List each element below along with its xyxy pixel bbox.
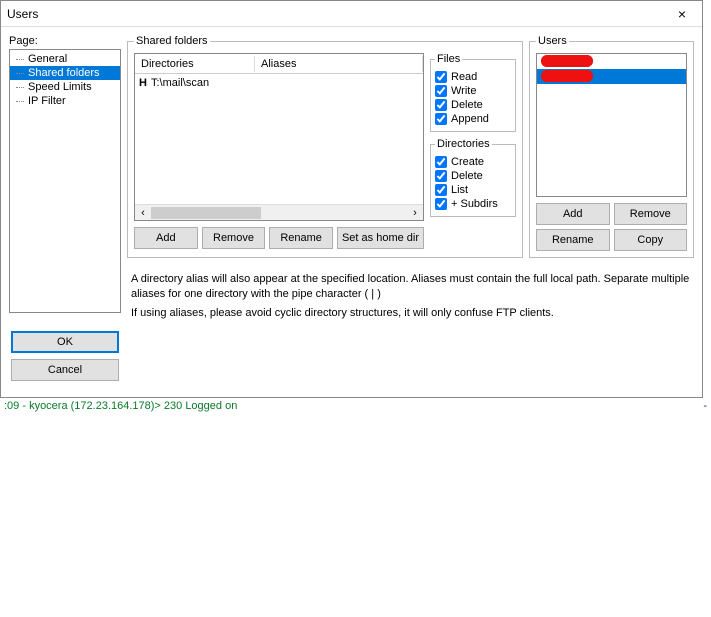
- files-legend: Files: [435, 53, 462, 65]
- scroll-left-icon[interactable]: ‹: [135, 207, 151, 219]
- user-item[interactable]: [537, 54, 686, 69]
- page-item-ip-filter[interactable]: IP Filter: [10, 94, 120, 108]
- page-item-general[interactable]: General: [10, 52, 120, 66]
- cancel-button[interactable]: Cancel: [11, 359, 119, 381]
- page-column: Page: General Shared folders Speed Limit…: [9, 35, 121, 321]
- home-icon: H: [139, 77, 151, 89]
- perm-append-checkbox[interactable]: [435, 113, 447, 125]
- perm-append[interactable]: Append: [435, 113, 511, 125]
- perm-subdirs-checkbox[interactable]: [435, 198, 447, 210]
- dirlist-header: Directories Aliases: [135, 54, 423, 74]
- set-home-dir-button[interactable]: Set as home dir: [337, 227, 424, 249]
- scroll-thumb[interactable]: [151, 207, 261, 219]
- help-line2: If using aliases, please avoid cyclic di…: [131, 306, 690, 321]
- perm-read-checkbox[interactable]: [435, 71, 447, 83]
- page-item-shared-folders[interactable]: Shared folders: [10, 66, 120, 80]
- help-text: A directory alias will also appear at th…: [131, 272, 690, 321]
- user-buttons: Add Remove Rename Copy: [536, 203, 687, 251]
- header-directories[interactable]: Directories: [135, 56, 255, 72]
- permissions-column: Files Read Write Delete Append Directori…: [430, 53, 516, 249]
- help-line1: A directory alias will also appear at th…: [131, 272, 690, 302]
- user-list[interactable]: [536, 53, 687, 197]
- perm-read[interactable]: Read: [435, 71, 511, 83]
- add-user-button[interactable]: Add: [536, 203, 610, 225]
- page-tree[interactable]: General Shared folders Speed Limits IP F…: [9, 49, 121, 313]
- header-aliases[interactable]: Aliases: [255, 56, 423, 72]
- perm-dir-delete-checkbox[interactable]: [435, 170, 447, 182]
- status-dash: -: [703, 400, 707, 412]
- perm-write-checkbox[interactable]: [435, 85, 447, 97]
- window-title: Users: [7, 7, 38, 21]
- shared-column: Shared folders Directories Aliases H T: [127, 35, 694, 321]
- perm-create-checkbox[interactable]: [435, 156, 447, 168]
- directory-path: T:\mail\scan: [151, 77, 209, 89]
- copy-user-button[interactable]: Copy: [614, 229, 688, 251]
- page-item-speed-limits[interactable]: Speed Limits: [10, 80, 120, 94]
- shared-folders-legend: Shared folders: [134, 35, 210, 47]
- titlebar: Users ×: [1, 1, 702, 27]
- ok-button[interactable]: OK: [11, 331, 119, 353]
- files-perm-group: Files Read Write Delete Append: [430, 53, 516, 132]
- user-item-selected[interactable]: [537, 69, 686, 84]
- perm-list[interactable]: List: [435, 184, 511, 196]
- scroll-right-icon[interactable]: ›: [407, 207, 423, 219]
- dirs-legend: Directories: [435, 138, 492, 150]
- dialog-body: Page: General Shared folders Speed Limit…: [1, 27, 702, 321]
- shared-buttons: Add Remove Rename Set as home dir: [134, 227, 424, 249]
- users-group: Users Add Remove Rename Copy: [529, 35, 694, 258]
- dialog-footer: OK Cancel: [1, 321, 702, 397]
- shared-folders-group: Shared folders Directories Aliases H T: [127, 35, 523, 258]
- perm-list-checkbox[interactable]: [435, 184, 447, 196]
- dirlist-wrap: Directories Aliases H T:\mail\scan ‹: [134, 53, 424, 249]
- redacted-icon: [541, 70, 593, 82]
- directory-row[interactable]: H T:\mail\scan: [135, 74, 423, 92]
- perm-create[interactable]: Create: [435, 156, 511, 168]
- page-label: Page:: [9, 35, 121, 47]
- remove-folder-button[interactable]: Remove: [202, 227, 266, 249]
- perm-dir-delete[interactable]: Delete: [435, 170, 511, 182]
- remove-user-button[interactable]: Remove: [614, 203, 688, 225]
- perm-delete[interactable]: Delete: [435, 99, 511, 111]
- perm-write[interactable]: Write: [435, 85, 511, 97]
- rename-folder-button[interactable]: Rename: [269, 227, 333, 249]
- shared-wrap: Shared folders Directories Aliases H T: [127, 35, 694, 258]
- close-icon[interactable]: ×: [662, 1, 702, 27]
- horizontal-scrollbar[interactable]: ‹ ›: [135, 204, 423, 220]
- rename-user-button[interactable]: Rename: [536, 229, 610, 251]
- status-text: :09 - kyocera (172.23.164.178)> 230 Logg…: [4, 400, 237, 412]
- redacted-icon: [541, 55, 593, 67]
- directory-list[interactable]: Directories Aliases H T:\mail\scan ‹: [134, 53, 424, 221]
- add-folder-button[interactable]: Add: [134, 227, 198, 249]
- users-dialog: Users × Page: General Shared folders Spe…: [0, 0, 703, 398]
- perm-subdirs[interactable]: + Subdirs: [435, 198, 511, 210]
- users-legend: Users: [536, 35, 569, 47]
- perm-delete-checkbox[interactable]: [435, 99, 447, 111]
- scroll-track[interactable]: [151, 207, 407, 219]
- status-line: :09 - kyocera (172.23.164.178)> 230 Logg…: [0, 398, 711, 414]
- dirs-perm-group: Directories Create Delete List + Subdirs: [430, 138, 516, 217]
